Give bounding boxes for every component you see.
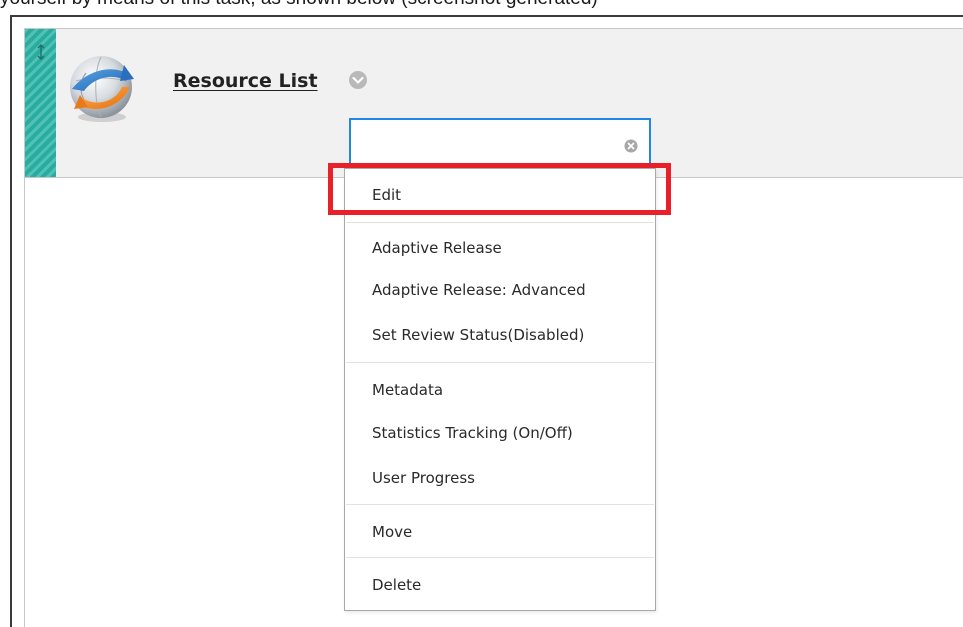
menu-item-user-progress[interactable]: User Progress — [372, 469, 475, 487]
menu-item-adaptive-release[interactable]: Adaptive Release — [372, 239, 502, 257]
menu-divider — [346, 222, 654, 223]
vertical-arrows-icon — [37, 44, 45, 60]
drag-handle[interactable] — [25, 29, 56, 177]
menu-divider — [346, 557, 654, 558]
menu-item-statistics-tracking[interactable]: Statistics Tracking (On/Off) — [372, 424, 573, 442]
menu-item-move[interactable]: Move — [372, 523, 412, 541]
clear-circle-x-icon[interactable] — [623, 138, 639, 154]
resource-list-title-link[interactable]: Resource List — [173, 70, 318, 92]
menu-search-input[interactable] — [359, 130, 613, 158]
menu-item-set-review-status[interactable]: Set Review Status(Disabled) — [372, 326, 584, 344]
menu-divider — [346, 362, 654, 363]
cropped-caption: yourself by means of this task, as shown… — [0, 0, 963, 10]
chevron-down-icon[interactable] — [348, 70, 368, 90]
menu-search-box — [349, 118, 651, 168]
menu-item-edit[interactable]: Edit — [372, 186, 401, 204]
context-menu: Edit Adaptive Release Adaptive Release: … — [344, 168, 656, 611]
menu-divider — [346, 504, 654, 505]
menu-item-adaptive-release-advanced[interactable]: Adaptive Release: Advanced — [372, 281, 586, 299]
menu-item-metadata[interactable]: Metadata — [372, 381, 443, 399]
menu-item-delete[interactable]: Delete — [372, 576, 421, 594]
globe-arrows-icon — [70, 56, 134, 122]
